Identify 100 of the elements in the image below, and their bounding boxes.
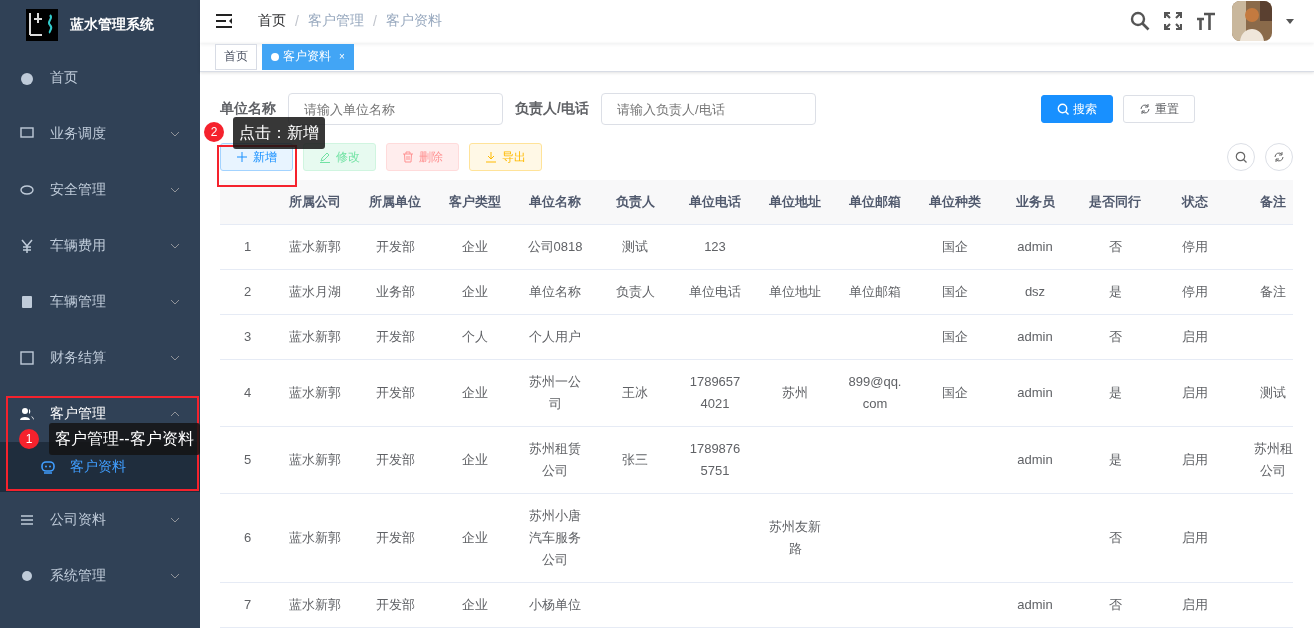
table-cell-text: 开发部 xyxy=(375,384,415,402)
table-cell-text: 6 xyxy=(243,529,252,547)
page-tab[interactable]: 首页 xyxy=(215,43,257,70)
table-cell-text: 苏州租赁公司 xyxy=(528,440,582,480)
field-label: 负责人/电话 xyxy=(515,100,589,118)
table-cell-text: 苏州小唐汽车服务公司 xyxy=(528,507,582,569)
table-cell-text: 启用 xyxy=(1182,328,1208,346)
table-cell-text: 启用 xyxy=(1182,384,1208,402)
download-icon xyxy=(485,151,497,163)
table-cell-text: 苏州租公司 xyxy=(1253,440,1293,480)
column-header: 单位名称 xyxy=(529,193,581,211)
table-cell-text: 开发部 xyxy=(375,328,415,346)
breadcrumb-item[interactable]: 首页 xyxy=(258,12,286,31)
plus-icon xyxy=(236,151,248,163)
search-icon xyxy=(1057,103,1069,115)
column-header: 单位地址 xyxy=(769,193,821,211)
menu-item[interactable]: 首页 xyxy=(0,50,200,106)
table-cell-text: 是 xyxy=(1108,384,1122,402)
menu-item[interactable]: 公司资料 xyxy=(0,492,200,548)
column-header: 是否同行 xyxy=(1089,193,1141,211)
chevron-icon xyxy=(170,573,180,579)
column-header: 单位种类 xyxy=(929,193,981,211)
menu-item[interactable]: 车辆管理 xyxy=(0,274,200,330)
column-header: 负责人 xyxy=(615,193,655,211)
table-cell-text: 启用 xyxy=(1182,529,1208,547)
table-cell-text: 苏州友新路 xyxy=(768,518,822,558)
table-cell-text: 单位名称 xyxy=(529,283,581,301)
table-cell-text: 启用 xyxy=(1182,451,1208,469)
table-cell-text: 5 xyxy=(243,451,252,469)
table-cell-text: 公司0818 xyxy=(527,238,583,256)
table-cell-text: 蓝水新郭 xyxy=(289,529,341,547)
table-cell-text: 停用 xyxy=(1182,283,1208,301)
table-cell-text: 国企 xyxy=(942,283,968,301)
table-cell-text: 蓝水新郭 xyxy=(289,384,341,402)
table-cell-text: 停用 xyxy=(1182,238,1208,256)
table-cell-text: 否 xyxy=(1108,238,1122,256)
table-cell-text: admin xyxy=(1017,596,1053,614)
table-cell-text: 个人 xyxy=(462,328,488,346)
chevron-icon xyxy=(170,243,180,249)
table-cell-text: 个人用户 xyxy=(529,328,581,346)
trash-icon xyxy=(402,151,414,163)
table-cell-text: 是 xyxy=(1108,283,1122,301)
chevron-icon xyxy=(170,299,180,305)
table-cell-text: 王冰 xyxy=(622,384,648,402)
table-cell-text: 否 xyxy=(1108,596,1122,614)
table-cell-text: 企业 xyxy=(462,283,488,301)
search-icon[interactable] xyxy=(1130,11,1150,32)
column-header: 状态 xyxy=(1182,193,1208,211)
breadcrumb-separator: / xyxy=(372,13,377,30)
table-cell-text: 17896574021 xyxy=(688,373,742,413)
refresh-icon xyxy=(1273,151,1285,163)
table-cell-text: 开发部 xyxy=(375,596,415,614)
table-cell-text: 启用 xyxy=(1182,596,1208,614)
table-cell-text: 7 xyxy=(243,596,252,614)
table-cell-text: 单位地址 xyxy=(769,283,821,301)
column-header: 单位邮箱 xyxy=(849,193,901,211)
search-toggle-button[interactable] xyxy=(1227,143,1255,171)
table-cell-text: dsz xyxy=(1024,283,1046,301)
table-cell-text: 1 xyxy=(243,238,252,256)
column-header: 备注 xyxy=(1260,193,1286,211)
table-cell-text: 国企 xyxy=(942,328,968,346)
field-label: 单位名称 xyxy=(220,100,276,118)
chevron-icon xyxy=(170,517,180,523)
menu-item[interactable]: 系统管理 xyxy=(0,548,200,604)
table-cell-text: admin xyxy=(1017,238,1053,256)
table-cell-text: 测试 xyxy=(1260,384,1286,402)
menu-item[interactable]: 车辆费用 xyxy=(0,218,200,274)
robot-icon xyxy=(40,460,56,474)
column-header: 所属单位 xyxy=(369,193,421,211)
chevron-icon xyxy=(170,411,180,417)
table-cell-text: 蓝水新郭 xyxy=(289,596,341,614)
breadcrumb-separator: / xyxy=(295,13,299,30)
input-field[interactable]: 请输入负责人/电话 xyxy=(600,93,816,125)
table-cell-text: 17898765751 xyxy=(688,440,742,480)
refresh-button[interactable] xyxy=(1265,143,1293,171)
tooltip: 客户管理--客户资料 xyxy=(49,423,200,455)
table-cell-text: 单位邮箱 xyxy=(849,283,901,301)
table-cell-text: 国企 xyxy=(942,384,968,402)
fullscreen-icon[interactable] xyxy=(1164,12,1182,31)
pencil-icon xyxy=(319,151,331,163)
chevron-icon xyxy=(170,355,180,361)
table-cell-text: 否 xyxy=(1108,529,1122,547)
table-cell-text: 否 xyxy=(1108,328,1122,346)
table-cell-text: 苏州 xyxy=(782,384,808,402)
chevron-icon xyxy=(170,131,180,137)
menu-item[interactable]: 业务调度 xyxy=(0,106,200,162)
table-cell-text: 国企 xyxy=(942,238,968,256)
font-size-icon[interactable] xyxy=(1196,12,1216,31)
table-cell-text: 蓝水月湖 xyxy=(289,283,341,301)
table-cell-text: 苏州一公司 xyxy=(528,373,582,413)
table-cell-text: 企业 xyxy=(462,596,488,614)
menu-item[interactable]: 安全管理 xyxy=(0,162,200,218)
menu-item[interactable]: 财务结算 xyxy=(0,330,200,386)
table-cell-text: 企业 xyxy=(462,529,488,547)
logo-icon xyxy=(26,9,58,41)
caret-icon[interactable] xyxy=(1286,18,1294,24)
step-badge: 2 xyxy=(204,122,224,142)
reset-button[interactable]: 重置 xyxy=(1123,95,1195,123)
input-field[interactable]: 请输入单位名称 xyxy=(288,93,503,125)
table-cell-text: 企业 xyxy=(462,384,488,402)
